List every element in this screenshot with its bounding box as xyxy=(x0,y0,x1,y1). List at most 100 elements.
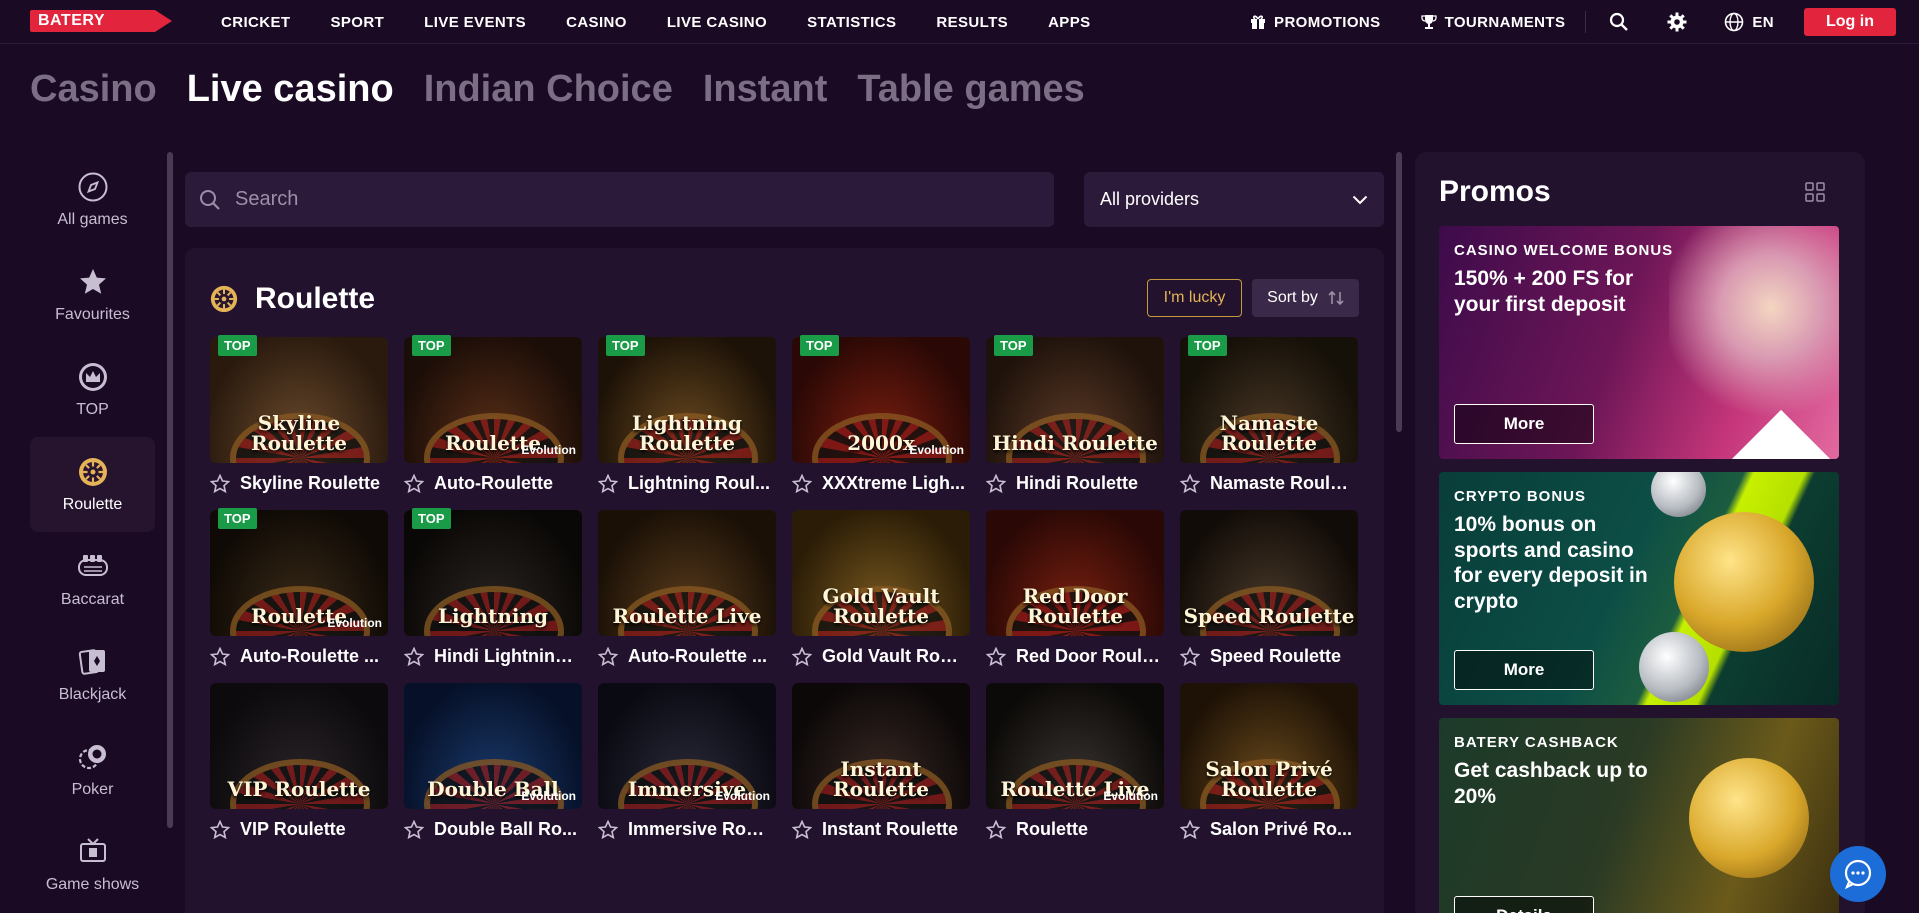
game-name[interactable]: Roulette xyxy=(1016,819,1161,840)
favourite-star-icon[interactable] xyxy=(986,646,1006,667)
sidebar-item-roulette[interactable]: Roulette xyxy=(30,437,155,532)
favourite-star-icon[interactable] xyxy=(210,819,230,840)
favourite-star-icon[interactable] xyxy=(792,473,812,494)
game-card[interactable]: Double Ball Evolution Double Ball Ro... xyxy=(404,683,582,856)
promo-more-button[interactable]: More xyxy=(1454,404,1594,444)
game-name[interactable]: Hindi Roulette xyxy=(1016,473,1161,494)
sidebar-item-poker[interactable]: Poker xyxy=(30,722,155,817)
sidebar-item-baccarat[interactable]: Baccarat xyxy=(30,532,155,627)
game-thumbnail[interactable]: Salon Privé Roulette xyxy=(1180,683,1358,809)
game-name[interactable]: Speed Roulette xyxy=(1210,646,1355,667)
games-scrollbar[interactable] xyxy=(1396,152,1402,432)
promo-card-welcome[interactable]: CASINO WELCOME BONUS 150% + 200 FS for y… xyxy=(1439,226,1839,459)
game-name[interactable]: Red Door Roule... xyxy=(1016,646,1161,667)
search-input[interactable] xyxy=(235,188,1015,211)
game-card[interactable]: Salon Privé Roulette Salon Privé Ro... xyxy=(1180,683,1358,856)
game-name[interactable]: Skyline Roulette xyxy=(240,473,385,494)
game-name[interactable]: Gold Vault Roul... xyxy=(822,646,967,667)
chat-button[interactable] xyxy=(1830,846,1886,902)
favourite-star-icon[interactable] xyxy=(986,819,1006,840)
sidebar-item-top[interactable]: TOP xyxy=(30,342,155,437)
game-name[interactable]: VIP Roulette xyxy=(240,819,385,840)
batery-logo[interactable]: BATERY xyxy=(30,10,172,32)
nav-statistics[interactable]: STATISTICS xyxy=(807,14,896,31)
favourite-star-icon[interactable] xyxy=(210,473,230,494)
sidebar-item-blackjack[interactable]: Blackjack xyxy=(30,627,155,722)
favourite-star-icon[interactable] xyxy=(792,819,812,840)
favourite-star-icon[interactable] xyxy=(792,646,812,667)
game-card[interactable]: Hindi Roulette TOP Hindi Roulette xyxy=(986,335,1164,510)
promotions-link[interactable]: PROMOTIONS xyxy=(1250,14,1381,31)
sidebar-scrollbar[interactable] xyxy=(167,152,173,828)
nav-casino[interactable]: CASINO xyxy=(566,14,627,31)
im-lucky-button[interactable]: I'm lucky xyxy=(1147,279,1242,317)
game-card[interactable]: Roulette Live Auto-Roulette ... xyxy=(598,510,776,683)
language-selector[interactable]: EN xyxy=(1724,12,1774,32)
game-card[interactable]: Namaste Roulette TOP Namaste Roule... xyxy=(1180,335,1358,510)
game-name[interactable]: Namaste Roule... xyxy=(1210,473,1355,494)
tab-table-games[interactable]: Table games xyxy=(857,68,1084,111)
tab-live-casino[interactable]: Live casino xyxy=(187,68,394,111)
favourite-star-icon[interactable] xyxy=(986,473,1006,494)
game-name[interactable]: Instant Roulette xyxy=(822,819,967,840)
favourite-star-icon[interactable] xyxy=(598,819,618,840)
favourite-star-icon[interactable] xyxy=(404,646,424,667)
game-card[interactable]: Skyline Roulette TOP Skyline Roulette xyxy=(210,335,388,510)
nav-sport[interactable]: SPORT xyxy=(330,14,384,31)
game-card[interactable]: Red Door Roulette Red Door Roule... xyxy=(986,510,1164,683)
favourite-star-icon[interactable] xyxy=(404,819,424,840)
nav-apps[interactable]: APPS xyxy=(1048,14,1090,31)
game-thumbnail[interactable]: Speed Roulette xyxy=(1180,510,1358,636)
game-card[interactable]: 2000x Evolution TOP XXXtreme Ligh... xyxy=(792,335,970,510)
tab-indian-choice[interactable]: Indian Choice xyxy=(424,68,673,111)
favourite-star-icon[interactable] xyxy=(1180,646,1200,667)
providers-select[interactable]: All providers xyxy=(1084,172,1384,227)
game-thumbnail[interactable]: Double Ball Evolution xyxy=(404,683,582,809)
login-button[interactable]: Log in xyxy=(1804,8,1896,36)
sidebar-item-game-shows[interactable]: Game shows xyxy=(30,817,155,912)
game-card[interactable]: Speed Roulette Speed Roulette xyxy=(1180,510,1358,683)
search-button[interactable] xyxy=(1608,11,1630,33)
game-thumbnail[interactable]: Instant Roulette xyxy=(792,683,970,809)
game-card[interactable]: VIP Roulette VIP Roulette xyxy=(210,683,388,856)
game-name[interactable]: Auto-Roulette xyxy=(434,473,579,494)
game-card[interactable]: Lightning Roulette TOP Lightning Roul... xyxy=(598,335,776,510)
game-name[interactable]: Auto-Roulette ... xyxy=(240,646,385,667)
favourite-star-icon[interactable] xyxy=(598,473,618,494)
game-thumbnail[interactable]: Roulette Live Evolution xyxy=(986,683,1164,809)
tab-instant[interactable]: Instant xyxy=(703,68,828,111)
game-thumbnail[interactable]: Immersive Evolution xyxy=(598,683,776,809)
favourite-star-icon[interactable] xyxy=(210,646,230,667)
promo-card-crypto[interactable]: CRYPTO BONUS 10% bonus on sports and cas… xyxy=(1439,472,1839,705)
game-name[interactable]: Immersive Roul... xyxy=(628,819,773,840)
game-name[interactable]: Lightning Roul... xyxy=(628,473,773,494)
game-card[interactable]: Roulette Live Evolution Roulette xyxy=(986,683,1164,856)
favourite-star-icon[interactable] xyxy=(598,646,618,667)
game-card[interactable]: Roulette Evolution TOP Auto-Roulette xyxy=(404,335,582,510)
game-name[interactable]: XXXtreme Ligh... xyxy=(822,473,967,494)
game-name[interactable]: Double Ball Ro... xyxy=(434,819,579,840)
game-name[interactable]: Auto-Roulette ... xyxy=(628,646,773,667)
nav-live-events[interactable]: LIVE EVENTS xyxy=(424,14,526,31)
game-card[interactable]: Gold Vault Roulette Gold Vault Roul... xyxy=(792,510,970,683)
game-name[interactable]: Salon Privé Ro... xyxy=(1210,819,1355,840)
favourite-star-icon[interactable] xyxy=(1180,473,1200,494)
sort-by-button[interactable]: Sort by xyxy=(1252,279,1359,317)
game-name[interactable]: Hindi Lightning... xyxy=(434,646,579,667)
promo-more-button[interactable]: More xyxy=(1454,650,1594,690)
game-card[interactable]: Roulette Evolution TOP Auto-Roulette ... xyxy=(210,508,388,683)
nav-live-casino[interactable]: LIVE CASINO xyxy=(667,14,767,31)
game-thumbnail[interactable]: Roulette Live xyxy=(598,510,776,636)
game-thumbnail[interactable]: Red Door Roulette xyxy=(986,510,1164,636)
game-card[interactable]: Instant Roulette Instant Roulette xyxy=(792,683,970,856)
game-card[interactable]: Immersive Evolution Immersive Roul... xyxy=(598,683,776,856)
favourite-star-icon[interactable] xyxy=(1180,819,1200,840)
sidebar-item-favourites[interactable]: Favourites xyxy=(30,247,155,342)
nav-cricket[interactable]: CRICKET xyxy=(221,14,290,31)
promo-card-cashback[interactable]: BATERY CASHBACK Get cashback up to 20% D… xyxy=(1439,718,1839,913)
game-thumbnail[interactable]: VIP Roulette xyxy=(210,683,388,809)
nav-results[interactable]: RESULTS xyxy=(936,14,1008,31)
favourite-star-icon[interactable] xyxy=(404,473,424,494)
grid-view-icon[interactable] xyxy=(1805,182,1825,202)
game-thumbnail[interactable]: Gold Vault Roulette xyxy=(792,510,970,636)
